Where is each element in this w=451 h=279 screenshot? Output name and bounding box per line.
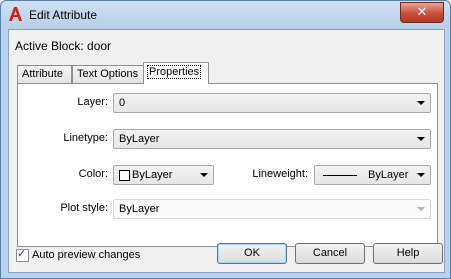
linetype-label: Linetype: bbox=[63, 132, 108, 144]
color-value: ByLayer bbox=[132, 169, 173, 181]
auto-preview-checkbox[interactable]: ✓ bbox=[16, 248, 29, 262]
autocad-app-icon bbox=[9, 7, 22, 21]
window-title: Edit Attribute bbox=[29, 8, 98, 22]
chevron-down-icon bbox=[417, 173, 425, 177]
chevron-down-icon bbox=[417, 101, 425, 105]
color-swatch bbox=[119, 170, 130, 181]
plot-style-label: Plot style: bbox=[60, 202, 108, 214]
properties-panel: Layer: 0 Linetype: ByLayer Color: ByLaye… bbox=[17, 83, 438, 247]
tab-text-options[interactable]: Text Options bbox=[72, 65, 144, 83]
ok-button-label: OK bbox=[244, 247, 260, 259]
close-button[interactable]: ✕ bbox=[400, 2, 444, 23]
tab-attribute[interactable]: Attribute bbox=[17, 65, 72, 83]
lineweight-value: ByLayer bbox=[368, 169, 409, 181]
plot-style-value: ByLayer bbox=[119, 203, 160, 215]
color-label: Color: bbox=[78, 168, 108, 180]
edit-attribute-dialog: Edit Attribute ✕ Active Block: door Attr… bbox=[0, 0, 451, 279]
lineweight-label: Lineweight: bbox=[252, 168, 308, 180]
chevron-down-icon bbox=[417, 137, 425, 141]
help-button[interactable]: Help bbox=[373, 243, 443, 264]
active-block-label: Active Block: door bbox=[15, 39, 112, 53]
linetype-value: ByLayer bbox=[119, 133, 160, 145]
layer-select[interactable]: 0 bbox=[113, 93, 431, 113]
tab-text-options-label: Text Options bbox=[77, 68, 139, 80]
auto-preview-label: Auto preview changes bbox=[32, 249, 141, 261]
tab-properties[interactable]: Properties bbox=[143, 62, 209, 84]
cancel-button-label: Cancel bbox=[312, 247, 348, 259]
dialog-body: Active Block: door Attribute Text Option… bbox=[8, 29, 445, 273]
checkmark-icon: ✓ bbox=[17, 248, 27, 260]
lineweight-select[interactable]: ByLayer bbox=[314, 165, 431, 185]
title-bar[interactable]: Edit Attribute ✕ bbox=[1, 1, 450, 29]
tab-properties-label: Properties bbox=[146, 65, 202, 79]
help-button-label: Help bbox=[396, 247, 420, 259]
cancel-button[interactable]: Cancel bbox=[295, 243, 365, 264]
chevron-down-icon bbox=[417, 207, 425, 211]
close-icon: ✕ bbox=[416, 4, 428, 19]
chevron-down-icon bbox=[200, 173, 208, 177]
linetype-select[interactable]: ByLayer bbox=[113, 129, 431, 149]
tab-attribute-label: Attribute bbox=[22, 68, 63, 80]
plot-style-select[interactable]: ByLayer bbox=[113, 199, 431, 219]
layer-value: 0 bbox=[119, 97, 126, 109]
ok-button[interactable]: OK bbox=[217, 243, 287, 264]
color-select[interactable]: ByLayer bbox=[113, 165, 214, 185]
layer-label: Layer: bbox=[77, 96, 108, 108]
lineweight-preview bbox=[323, 175, 357, 176]
